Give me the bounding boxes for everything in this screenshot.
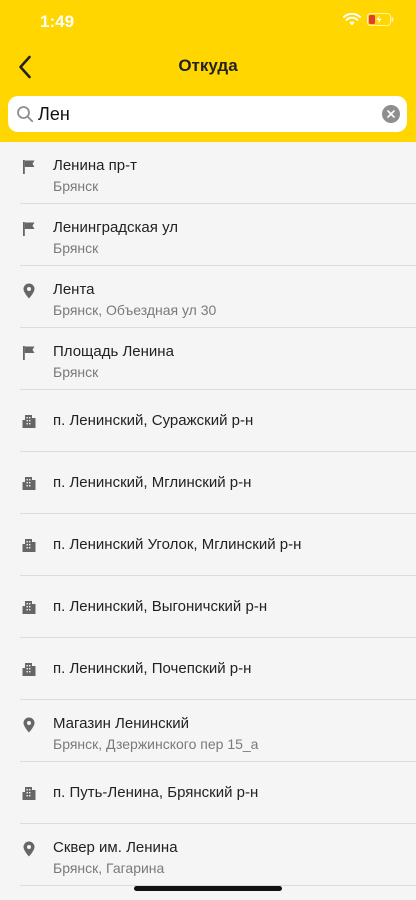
status-bar: 1:49	[0, 0, 416, 44]
list-item-title: Сквер им. Ленина	[53, 839, 178, 856]
flag-icon	[22, 221, 36, 237]
list-item[interactable]: п. Путь-Ленина, Брянский р-н	[0, 762, 416, 824]
list-item[interactable]: п. Ленинский, Суражский р-н	[0, 390, 416, 452]
list-item[interactable]: Площадь Ленина Брянск	[0, 328, 416, 390]
list-item-title: Лента	[53, 281, 95, 298]
list-item-title: Магазин Ленинский	[53, 715, 189, 732]
list-item-title: п. Ленинский Уголок, Мглинский р-н	[53, 536, 302, 553]
pin-icon	[22, 717, 36, 733]
building-icon	[22, 413, 36, 429]
list-item[interactable]: Сквер им. Ленина Брянск, Гагарина	[0, 824, 416, 886]
home-indicator	[134, 886, 282, 891]
pin-icon	[22, 841, 36, 857]
list-item-title: Ленина пр-т	[53, 157, 137, 174]
list-item[interactable]: п. Ленинский, Мглинский р-н	[0, 452, 416, 514]
page-title: Откуда	[178, 56, 238, 75]
list-item-subtitle: Брянск	[53, 178, 99, 194]
list-item-title: п. Ленинский, Выгоничский р-н	[53, 598, 268, 615]
nav-bar: Откуда	[0, 44, 416, 90]
building-icon	[22, 475, 36, 491]
building-icon	[22, 599, 36, 615]
status-icons	[343, 12, 394, 31]
list-item[interactable]: п. Ленинский, Выгоничский р-н	[0, 576, 416, 638]
list-item-subtitle: Брянск, Дзержинского пер 15_а	[53, 736, 259, 752]
list-item[interactable]: Магазин Ленинский Брянск, Дзержинского пе…	[0, 700, 416, 762]
list-item-title: Площадь Ленина	[53, 343, 174, 360]
list-item-title: п. Путь-Ленина, Брянский р-н	[53, 784, 259, 801]
list-item-subtitle: Брянск, Объездная ул 30	[53, 302, 217, 318]
list-item-title: п. Ленинский, Почепский р-н	[53, 660, 252, 677]
list-item[interactable]: Ленина пр-т Брянск	[0, 142, 416, 204]
close-icon	[387, 110, 395, 118]
status-time: 1:49	[40, 12, 75, 31]
list-item[interactable]: п. Ленинский, Почепский р-н	[0, 638, 416, 700]
list-item-title: п. Ленинский, Суражский р-н	[53, 412, 254, 429]
wifi-icon	[343, 12, 361, 31]
list-item-title: п. Ленинский, Мглинский р-н	[53, 474, 252, 491]
flag-icon	[22, 159, 36, 175]
list-item[interactable]: Ленинградская ул Брянск	[0, 204, 416, 266]
building-icon	[22, 785, 36, 801]
flag-icon	[22, 345, 36, 361]
header: 1:49 Откуда Лен	[0, 0, 416, 142]
search-icon	[17, 106, 34, 123]
results-list: Ленина пр-т Брянск Ленинградская ул Брянск Л…	[0, 142, 416, 886]
list-item[interactable]: Лента Брянск, Объездная ул 30	[0, 266, 416, 328]
building-icon	[22, 537, 36, 553]
list-item[interactable]: п. Ленинский Уголок, Мглинский р-н	[0, 514, 416, 576]
battery-icon	[367, 13, 394, 31]
clear-search-button[interactable]	[382, 105, 400, 123]
pin-icon	[22, 283, 36, 299]
list-item-subtitle: Брянск	[53, 240, 99, 256]
building-icon	[22, 661, 36, 677]
list-item-subtitle: Брянск, Гагарина	[53, 860, 165, 876]
search-box[interactable]	[8, 96, 407, 132]
list-item-subtitle: Брянск	[53, 364, 99, 380]
search-input[interactable]	[38, 96, 378, 132]
list-item-title: Ленинградская ул	[53, 219, 178, 236]
